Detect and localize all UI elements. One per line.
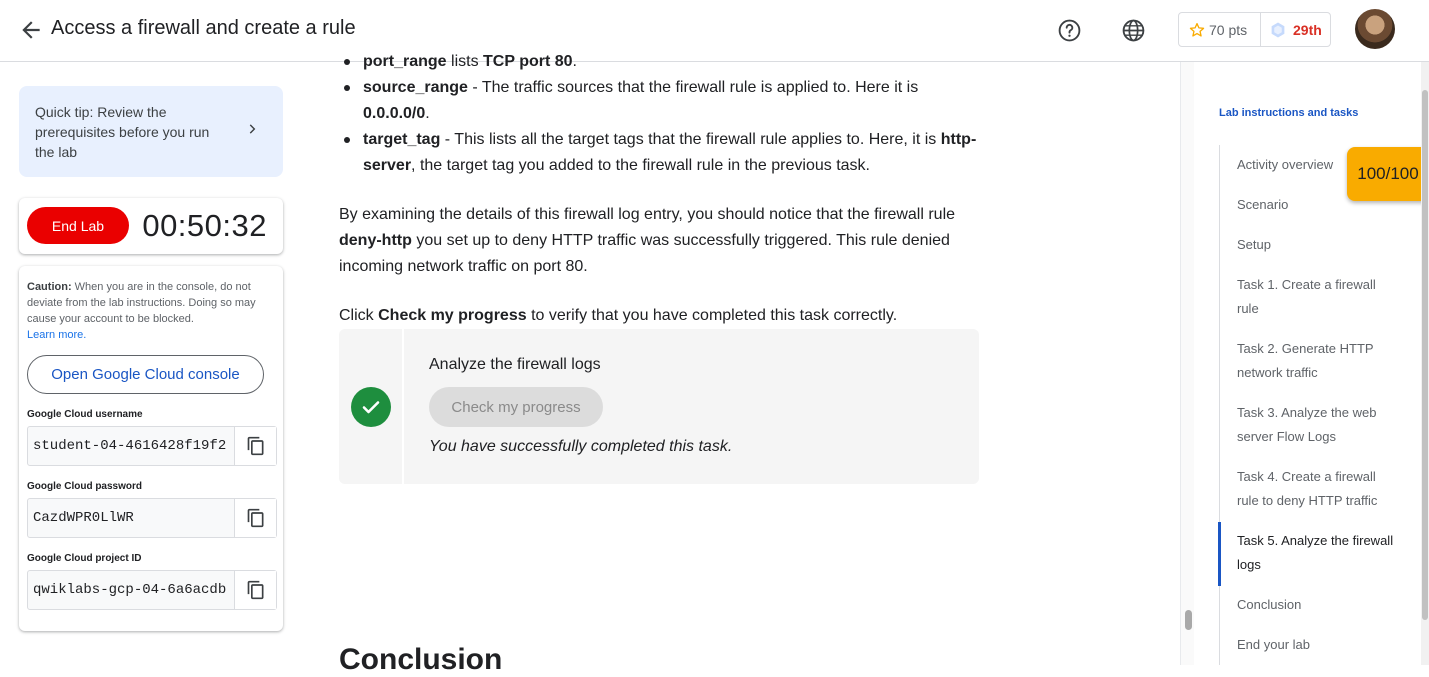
toc-item-task-5[interactable]: Task 5. Analyze the firewall logs [1237,529,1397,577]
learn-more-link[interactable]: Learn more. [27,329,86,341]
caution-label: Caution: [27,281,72,293]
scrollbar-thumb[interactable] [1422,90,1428,620]
list-item-text: , the target tag you added to the firewa… [411,157,870,174]
list-item: port_range lists TCP port 80. [339,49,984,75]
toc-item-conclusion[interactable]: Conclusion [1237,593,1397,617]
page-title: Access a firewall and create a rule [51,17,356,39]
success-message: You have successfully completed this tas… [429,438,733,455]
toc-title[interactable]: Lab instructions and tasks [1219,107,1358,119]
list-item: source_range - The traffic sources that … [339,75,984,127]
toc-item-setup[interactable]: Setup [1237,233,1397,257]
toc-item-task-4[interactable]: Task 4. Create a firewall rule to deny H… [1237,465,1397,513]
points-value: 70 pts [1209,21,1248,38]
scrollbar-thumb[interactable] [1185,610,1192,630]
rank-display: 29th [1261,21,1322,39]
globe-icon[interactable] [1121,18,1146,43]
content-scrollbar[interactable] [1180,62,1194,665]
toc-active-indicator [1218,522,1221,586]
avatar[interactable] [1355,9,1395,49]
term-target-tag: target_tag [363,131,441,148]
score-badge: 100/100 [1347,147,1429,201]
quick-tip-text: Quick tip: Review the prerequisites befo… [35,104,210,160]
lab-timer: 00:50:32 [142,208,267,243]
project-id-label: Google Cloud project ID [27,553,142,564]
list-item-text: - This lists all the target tags that th… [440,131,941,148]
paragraph-text: Click [339,307,379,324]
toc-item-task-2[interactable]: Task 2. Generate HTTP network traffic [1237,337,1397,385]
points-display: 70 pts [1179,13,1261,46]
term-check-progress: Check my progress [378,307,527,324]
term-port-range: port_range [363,53,447,70]
checkmark-icon [351,387,391,427]
paragraph-text: you set up to deny HTTP traffic was succ… [339,232,950,275]
chevron-right-icon [245,122,259,142]
copy-icon[interactable] [234,427,276,465]
quick-tip-card[interactable]: Quick tip: Review the prerequisites befo… [19,86,283,177]
rank-value: 29th [1293,21,1322,38]
caution-notice: Caution: When you are in the console, do… [27,279,277,343]
password-value[interactable]: CazdWPR0LlWR [33,510,226,526]
list-item-text: - The traffic sources that the firewall … [467,79,919,96]
toc-divider [1219,145,1220,665]
lab-instructions: port_range lists TCP port 80. source_ran… [339,53,984,329]
term-source-value: 0.0.0.0/0 [363,105,426,122]
list-item: target_tag - This lists all the target t… [339,127,984,179]
open-console-button[interactable]: Open Google Cloud console [27,355,264,394]
rank-icon [1271,22,1285,37]
term-deny-http: deny-http [339,232,412,249]
password-label: Google Cloud password [27,481,143,492]
password-field[interactable]: CazdWPR0LlWR [27,498,277,538]
check-title: Analyze the firewall logs [429,356,601,373]
check-progress-button[interactable]: Check my progress [429,387,603,427]
username-value[interactable]: student-04-4616428f19f2c [33,438,226,454]
toc-item-end-lab[interactable]: End your lab [1237,633,1397,657]
list-item-text: . [425,105,430,122]
check-status-column [339,329,404,484]
username-field[interactable]: student-04-4616428f19f2c [27,426,277,466]
credentials-card: Caution: When you are in the console, do… [19,266,283,631]
end-lab-button[interactable]: End Lab [27,207,129,244]
project-id-value[interactable]: qwiklabs-gcp-04-6a6acdba [33,582,226,598]
term-tcp-port: TCP port 80 [483,53,573,70]
project-id-field[interactable]: qwiklabs-gcp-04-6a6acdba [27,570,277,610]
username-label: Google Cloud username [27,409,143,420]
back-arrow-icon[interactable] [18,17,44,43]
paragraph-text: to verify that you have completed this t… [526,307,898,324]
list-item-text: . [572,53,577,70]
toc-item-task-1[interactable]: Task 1. Create a firewall rule [1237,273,1397,321]
star-icon [1189,22,1205,37]
term-source-range: source_range [363,79,468,96]
paragraph: By examining the details of this firewal… [339,202,984,280]
points-badge[interactable]: 70 pts 29th [1178,12,1331,47]
toc-scrollbar[interactable] [1421,62,1429,665]
progress-check-box: Analyze the firewall logs Check my progr… [339,329,979,484]
paragraph-text: By examining the details of this firewal… [339,206,956,223]
toc-item-task-3[interactable]: Task 3. Analyze the web server Flow Logs [1237,401,1397,449]
paragraph: Click Check my progress to verify that y… [339,303,984,329]
copy-icon[interactable] [234,499,276,537]
timer-card: End Lab 00:50:32 [19,198,283,254]
help-icon[interactable] [1057,18,1082,43]
list-item-text: lists [446,53,484,70]
conclusion-heading: Conclusion [339,643,503,676]
copy-icon[interactable] [234,571,276,609]
